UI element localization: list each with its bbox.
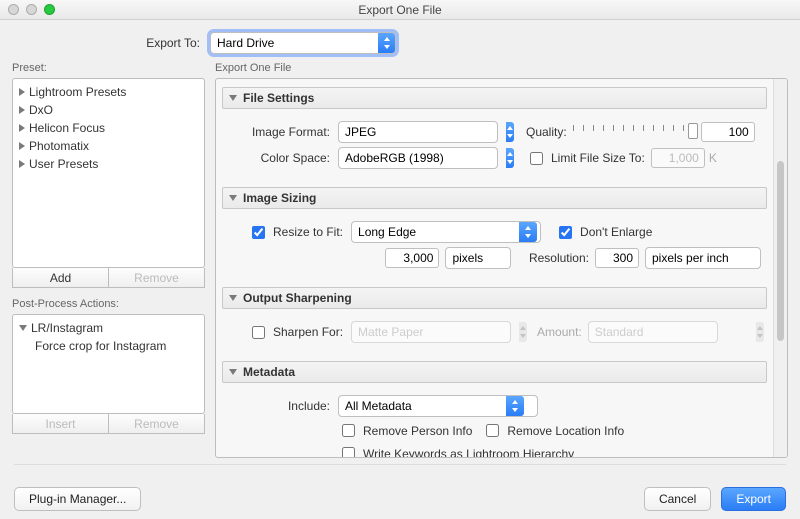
image-format-label: Image Format: [228,125,338,139]
disclosure-right-icon [19,106,25,114]
ppa-heading: Post-Process Actions: [12,298,205,310]
resolution-input[interactable] [595,248,639,268]
ppa-group[interactable]: LR/Instagram [19,319,198,337]
color-space-select[interactable] [338,147,498,169]
quality-label: Quality: [526,125,573,139]
disclosure-right-icon [19,124,25,132]
disclosure-down-icon [229,95,237,101]
resolution-unit-select[interactable] [645,247,761,269]
preset-item[interactable]: DxO [19,101,198,119]
include-label: Include: [228,399,338,413]
limit-filesize-checkbox[interactable]: Limit File Size To: [526,149,645,168]
remove-preset-button[interactable]: Remove [109,268,205,288]
limit-filesize-unit: K [709,151,717,165]
disclosure-down-icon [229,195,237,201]
window-title: Export One File [0,3,800,17]
updown-icon [519,222,537,242]
export-to-label: Export To: [0,36,200,50]
plugin-manager-button[interactable]: Plug-in Manager... [14,487,141,511]
dimension-input[interactable] [385,248,439,268]
disclosure-right-icon [19,160,25,168]
section-image-sizing[interactable]: Image Sizing [222,187,767,209]
export-button[interactable]: Export [721,487,786,511]
updown-icon [519,322,527,342]
section-file-settings[interactable]: File Settings [222,87,767,109]
preset-item[interactable]: User Presets [19,155,198,173]
ppa-item[interactable]: Force crop for Instagram [19,337,198,355]
include-select[interactable] [338,395,538,417]
preset-item[interactable]: Lightroom Presets [19,83,198,101]
disclosure-down-icon [19,325,27,331]
updown-icon [506,148,514,168]
preset-heading: Preset: [12,62,205,74]
settings-scroll-area: File Settings Image Format: Quality: [215,78,788,458]
section-metadata[interactable]: Metadata [222,361,767,383]
scrollbar-thumb[interactable] [777,161,784,341]
insert-ppa-button[interactable]: Insert [12,414,109,434]
updown-icon [378,33,395,53]
resize-to-fit-checkbox[interactable]: Resize to Fit: [248,223,343,242]
resolution-label: Resolution: [529,251,595,265]
quality-slider[interactable] [573,123,693,141]
updown-icon [756,322,764,342]
export-to-select[interactable] [210,32,396,54]
remove-ppa-button[interactable]: Remove [109,414,205,434]
limit-filesize-input[interactable] [651,148,705,168]
write-keywords-checkbox[interactable]: Write Keywords as Lightroom Hierarchy [338,444,574,458]
sharpen-media-select[interactable] [351,321,511,343]
image-format-select[interactable] [338,121,498,143]
disclosure-right-icon [19,142,25,150]
updown-icon [506,122,514,142]
sharpen-amount-label: Amount: [537,325,582,339]
bottom-bar: Plug-in Manager... Cancel Export [0,487,800,511]
preset-item[interactable]: Photomatix [19,137,198,155]
disclosure-down-icon [229,369,237,375]
quality-input[interactable] [701,122,755,142]
preset-item[interactable]: Helicon Focus [19,119,198,137]
right-title: Export One File [215,62,788,74]
resize-mode-select[interactable] [351,221,541,243]
remove-person-checkbox[interactable]: Remove Person Info [338,421,472,440]
vertical-scrollbar[interactable] [773,79,787,457]
add-preset-button[interactable]: Add [12,268,109,288]
export-to-value[interactable] [211,33,378,53]
preset-list[interactable]: Lightroom Presets DxO Helicon Focus Phot… [12,78,205,268]
export-to-row: Export To: [0,20,800,62]
sharpen-amount-select[interactable] [588,321,718,343]
color-space-label: Color Space: [228,151,338,165]
dont-enlarge-checkbox[interactable]: Don't Enlarge [555,223,652,242]
sharpen-for-checkbox[interactable]: Sharpen For: [248,323,343,342]
section-output-sharpening[interactable]: Output Sharpening [222,287,767,309]
dimension-unit-select[interactable] [445,247,511,269]
remove-location-checkbox[interactable]: Remove Location Info [482,421,624,440]
titlebar: Export One File [0,0,800,20]
cancel-button[interactable]: Cancel [644,487,711,511]
updown-icon [506,396,524,416]
disclosure-down-icon [229,295,237,301]
disclosure-right-icon [19,88,25,96]
post-process-list[interactable]: LR/Instagram Force crop for Instagram [12,314,205,414]
